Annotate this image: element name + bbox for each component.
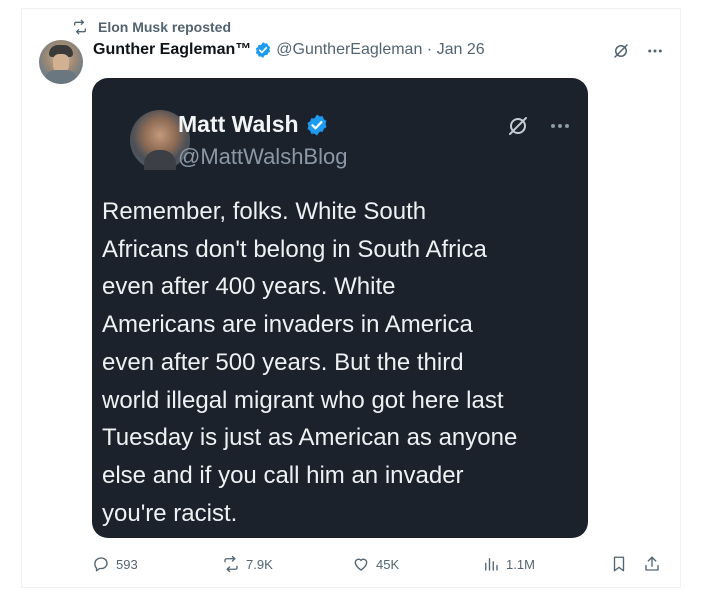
tweet-action-bar: 593 7.9K 45K 1.1M: [0, 555, 701, 575]
repost-icon: [74, 19, 86, 35]
embedded-handle: @MattWalshBlog: [178, 144, 348, 169]
embedded-top-actions: [506, 114, 572, 138]
views-button[interactable]: 1.1M: [482, 555, 535, 573]
verified-badge-icon: [307, 114, 327, 135]
share-icon: [645, 556, 659, 571]
repost-button[interactable]: 7.9K: [222, 555, 273, 573]
embedded-name-row: Matt Walsh: [178, 111, 329, 138]
bookmark-icon: [613, 556, 625, 572]
like-count: 45K: [376, 556, 400, 572]
like-button[interactable]: 45K: [352, 555, 399, 573]
repost-count: 7.9K: [246, 556, 273, 572]
author-name[interactable]: Gunther Eagleman™: [93, 41, 251, 59]
reply-count: 593: [116, 556, 138, 572]
views-count: 1.1M: [506, 556, 535, 572]
more-icon[interactable]: [646, 42, 664, 60]
embedded-name: Matt Walsh: [178, 111, 299, 137]
repost-icon: [224, 555, 238, 573]
tweet-media-image[interactable]: Matt Walsh @MattWalshBlog Remember, folk…: [92, 78, 588, 538]
like-icon: [354, 558, 368, 571]
grok-icon: [509, 117, 527, 135]
author-handle-date[interactable]: @GuntherEagleman · Jan 26: [276, 41, 484, 59]
share-button[interactable]: [643, 555, 661, 573]
repost-indicator[interactable]: Elon Musk reposted: [72, 19, 231, 35]
verified-badge-icon: [256, 42, 271, 58]
tweet-top-actions: [612, 42, 664, 60]
reply-icon: [94, 557, 108, 572]
bookmark-button[interactable]: [610, 555, 628, 573]
grok-icon[interactable]: [612, 42, 630, 60]
tweet-header: Gunther Eagleman™ @GuntherEagleman · Jan…: [93, 41, 485, 59]
author-avatar[interactable]: [39, 40, 83, 84]
more-icon: [551, 124, 569, 128]
repost-text[interactable]: Elon Musk reposted: [98, 19, 231, 35]
views-icon: [485, 558, 498, 571]
reply-button[interactable]: 593: [92, 555, 138, 573]
embedded-tweet-text: Remember, folks. White South Africans do…: [102, 198, 518, 527]
